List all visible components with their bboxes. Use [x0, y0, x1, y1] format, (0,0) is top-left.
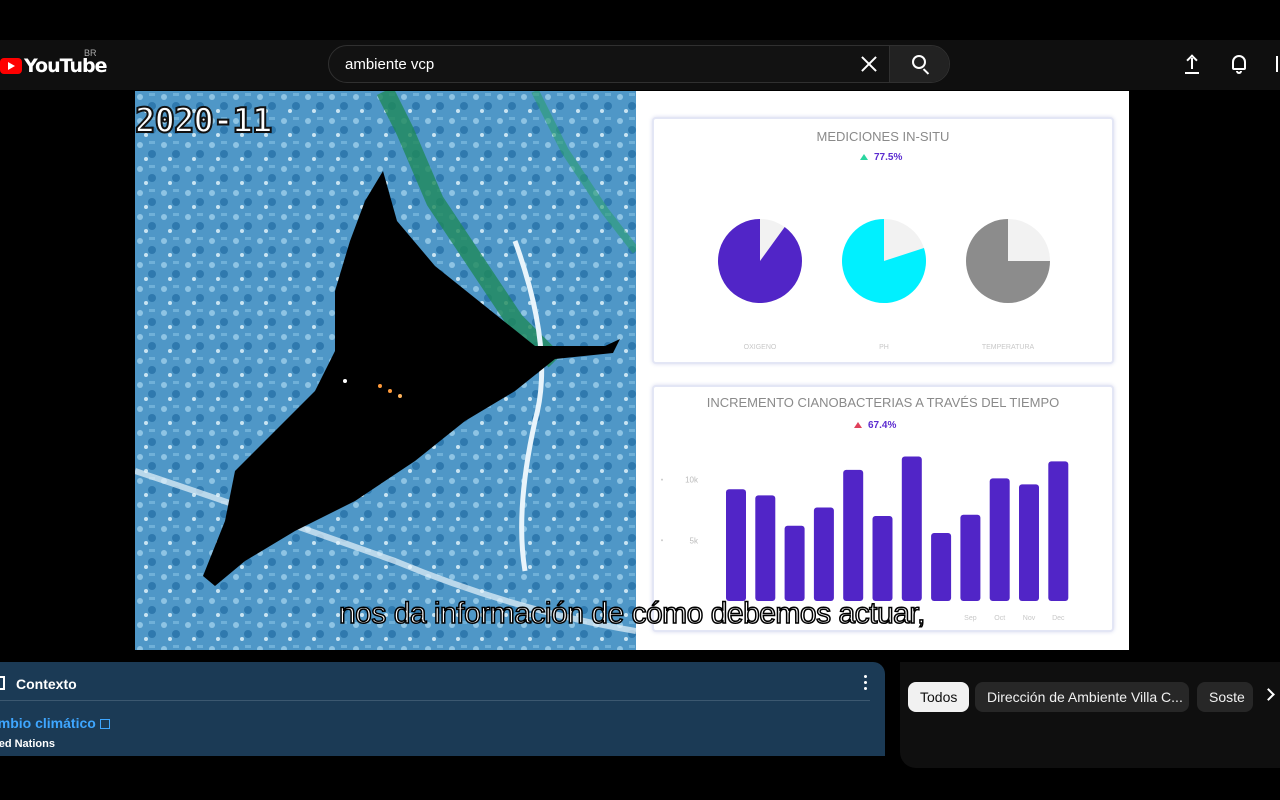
- divider: [0, 700, 870, 701]
- context-link[interactable]: ambio climático: [0, 715, 110, 731]
- bell-icon[interactable]: [1228, 53, 1250, 75]
- bar: [960, 514, 981, 601]
- bar: [726, 489, 746, 601]
- chip-direccion-ambiente[interactable]: Dirección de Ambiente Villa C...: [975, 682, 1189, 712]
- card-cianobacterias: INCREMENTO CIANOBACTERIAS A TRAVÉS DEL T…: [652, 385, 1114, 632]
- chevron-right-icon[interactable]: [1262, 688, 1275, 701]
- date-stamp: 2020-11: [135, 100, 273, 142]
- bar: [843, 469, 864, 601]
- context-icon: [0, 676, 5, 690]
- country-code: BR: [84, 48, 97, 58]
- bar: [784, 525, 805, 601]
- search-input[interactable]: [329, 46, 891, 82]
- pie-slice-oxigeno: [718, 219, 802, 303]
- pie-charts: OXIGENO PH TEMPERATURA: [718, 219, 1050, 351]
- search-button[interactable]: [889, 46, 949, 82]
- context-title: Contexto: [16, 676, 77, 692]
- satellite-image: [135, 91, 636, 650]
- external-link-icon: [99, 719, 110, 729]
- upload-icon[interactable]: [1182, 54, 1202, 76]
- chip-todos[interactable]: Todos: [908, 682, 970, 712]
- card-mediciones: MEDICIONES IN-SITU 77.5% OXIGENO PH TEMPER…: [652, 117, 1114, 364]
- y-tick-label: 5k: [690, 536, 699, 545]
- pie-label: OXIGENO: [744, 344, 777, 351]
- top-bar: YouTube BR: [0, 40, 1280, 90]
- bar: [901, 456, 922, 601]
- video-subtitle: nos da información de cómo debemos actua…: [338, 596, 926, 631]
- more-icon[interactable]: [1276, 56, 1280, 72]
- context-panel: Contexto ambio climático ited Nations: [0, 662, 885, 756]
- more-options-icon[interactable]: [860, 674, 872, 692]
- logo-text: YouTube: [24, 55, 107, 77]
- bar: [813, 507, 834, 601]
- context-source: ited Nations: [0, 738, 55, 750]
- search-icon-handle: [922, 68, 930, 75]
- bar: [755, 495, 776, 601]
- bar: [1019, 484, 1039, 601]
- chip-sostenibilidad[interactable]: Soste: [1197, 682, 1253, 712]
- bar: [989, 478, 1010, 601]
- chip-bar: Todos Dirección de Ambiente Villa C... S…: [900, 662, 1280, 768]
- dashboard: MEDICIONES IN-SITU 77.5% OXIGENO PH TEMPER…: [636, 91, 1129, 650]
- y-tick-label: 10k: [685, 476, 699, 485]
- bar: [931, 533, 952, 601]
- bar: [1048, 461, 1069, 601]
- pie-label: TEMPERATURA: [982, 344, 1035, 351]
- y-tick-dot: [661, 539, 663, 542]
- video-player[interactable]: 2020-11 MEDICIONES IN-SITU 77.5% OXIGENO…: [135, 91, 1129, 650]
- bar: [872, 516, 893, 601]
- close-icon[interactable]: [857, 52, 881, 76]
- pie-label: PH: [879, 344, 889, 351]
- youtube-play-icon: [0, 58, 22, 74]
- y-tick-dot: [661, 478, 663, 481]
- search-icon: [912, 55, 926, 69]
- search-box: [328, 45, 950, 83]
- youtube-logo[interactable]: YouTube BR: [0, 48, 107, 78]
